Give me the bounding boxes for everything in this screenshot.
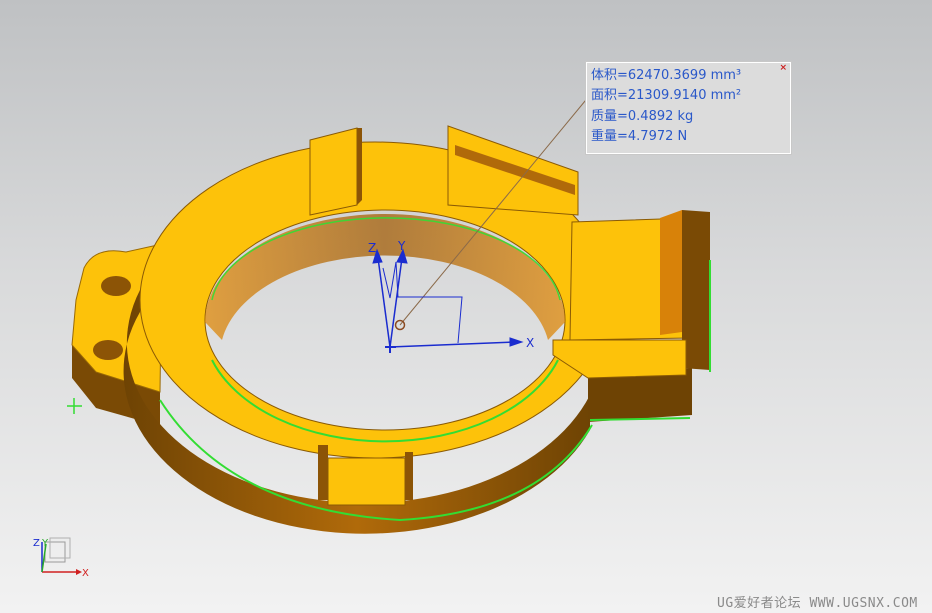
wcs-y-label: Y xyxy=(397,239,406,253)
area-text: 面积=21309.9140 mm² xyxy=(591,88,742,103)
mass-text: 质量=0.4892 kg xyxy=(591,109,694,124)
absolute-origin-marker xyxy=(67,398,82,414)
weight-text: 重量=4.7972 N xyxy=(591,129,688,144)
close-icon[interactable]: × xyxy=(779,63,787,73)
clamp-block-right xyxy=(552,210,711,422)
mounting-hole-bottom xyxy=(93,340,123,360)
wcs-z-label: Z xyxy=(368,241,376,255)
wcs-x-label: X xyxy=(526,336,534,350)
triad-x-label: X xyxy=(82,568,89,579)
triad-y-label: Y xyxy=(41,538,49,549)
mounting-hole-top xyxy=(101,276,131,296)
view-triad[interactable]: X Z Y xyxy=(33,537,89,579)
bracket-part-3d-model[interactable] xyxy=(71,125,711,534)
triad-z-label: Z xyxy=(33,538,40,549)
volume-text: 体积=62470.3699 mm³ xyxy=(591,68,742,83)
watermark: UG爱好者论坛 WWW.UGSNX.COM xyxy=(717,596,918,611)
graphics-viewport[interactable]: X Z Y X Z Y xyxy=(0,0,932,613)
mass-properties-box[interactable]: × 体积=62470.3699 mm³ 面积=21309.9140 mm² 质量… xyxy=(586,62,791,154)
